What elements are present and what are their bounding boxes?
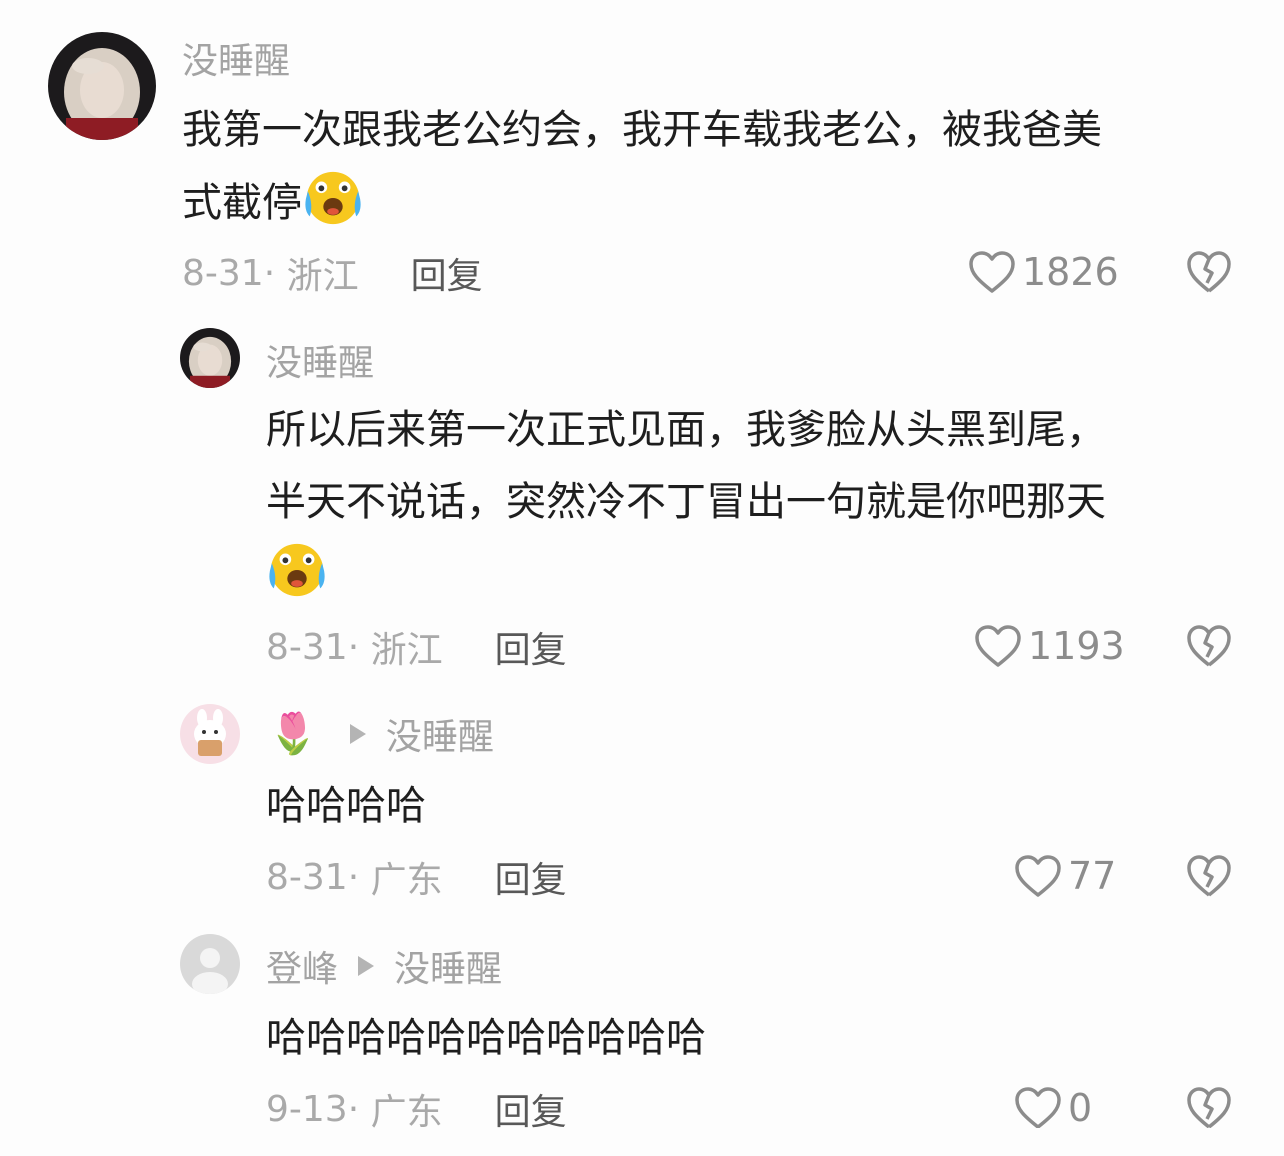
like-count: 1193 <box>1028 624 1125 668</box>
comment-meta: 9-13 · 广东 回复 <box>266 1088 567 1134</box>
broken-heart-icon <box>1187 1087 1231 1129</box>
like-count: 1826 <box>1022 250 1119 294</box>
reply-to-arrow-icon <box>358 956 375 976</box>
username[interactable]: 🌷 没睡醒 <box>268 711 494 758</box>
dislike-button[interactable] <box>1186 624 1232 668</box>
dislike-button[interactable] <box>1186 854 1232 898</box>
like-button[interactable]: 1826 <box>968 250 1119 294</box>
broken-heart-icon <box>1187 855 1231 897</box>
broken-heart-icon <box>1187 251 1231 293</box>
comment-text: 哈哈哈哈哈哈哈哈哈哈哈 <box>266 1015 706 1061</box>
heart-icon <box>969 251 1015 293</box>
comment-location: 浙江 <box>286 256 359 297</box>
reply-button[interactable]: 回复 <box>495 851 567 903</box>
comment-text: 哈哈哈哈 <box>266 783 426 829</box>
comment-location: 广东 <box>370 860 443 901</box>
reply-button[interactable]: 回复 <box>411 247 483 299</box>
avatar[interactable] <box>180 704 240 764</box>
username[interactable]: 没睡醒 <box>182 36 290 82</box>
like-button[interactable]: 1193 <box>974 624 1125 668</box>
comment-meta: 8-31 · 广东 回复 <box>266 856 567 902</box>
loudly-crying-face-icon <box>266 538 328 600</box>
comment-text: 我第一次跟我老公约会，我开车载我老公，被我爸美 式截停 <box>182 107 1102 228</box>
heart-icon <box>1015 855 1061 897</box>
like-count: 77 <box>1068 854 1117 898</box>
heart-icon <box>975 625 1021 667</box>
dislike-button[interactable] <box>1186 250 1232 294</box>
reply-to-username: 没睡醒 <box>385 717 494 758</box>
default-avatar-icon[interactable] <box>180 934 240 994</box>
comment-text: 所以后来第一次正式见面，我爹脸从头黑到尾， 半天不说话，突然冷不丁冒出一句就是你… <box>266 394 1106 611</box>
comment-meta: 8-31 · 浙江 回复 <box>182 252 483 298</box>
comment-location: 浙江 <box>370 630 443 671</box>
username[interactable]: 没睡醒 <box>266 338 374 384</box>
broken-heart-icon <box>1187 625 1231 667</box>
dislike-button[interactable] <box>1186 1086 1232 1130</box>
comment-date: 8-31 <box>182 252 264 294</box>
like-button[interactable]: 77 <box>1014 854 1116 898</box>
avatar[interactable] <box>180 328 240 388</box>
comment-date: 8-31 <box>266 856 348 898</box>
heart-icon <box>1015 1087 1061 1129</box>
like-button[interactable]: 0 <box>1014 1086 1092 1130</box>
comment-date: 9-13 <box>266 1088 348 1130</box>
reply-to-arrow-icon <box>349 724 366 744</box>
comment-meta: 8-31 · 浙江 回复 <box>266 626 567 672</box>
reply-button[interactable]: 回复 <box>495 621 567 673</box>
tulip-icon: 🌷 <box>268 711 318 757</box>
loudly-crying-face-icon <box>302 166 364 228</box>
comment-date: 8-31 <box>266 626 348 668</box>
reply-to-username: 没睡醒 <box>394 949 503 990</box>
username[interactable]: 登峰 没睡醒 <box>266 944 502 990</box>
avatar[interactable] <box>48 32 156 140</box>
cropped-edge <box>0 1128 1284 1156</box>
like-count: 0 <box>1068 1086 1093 1130</box>
